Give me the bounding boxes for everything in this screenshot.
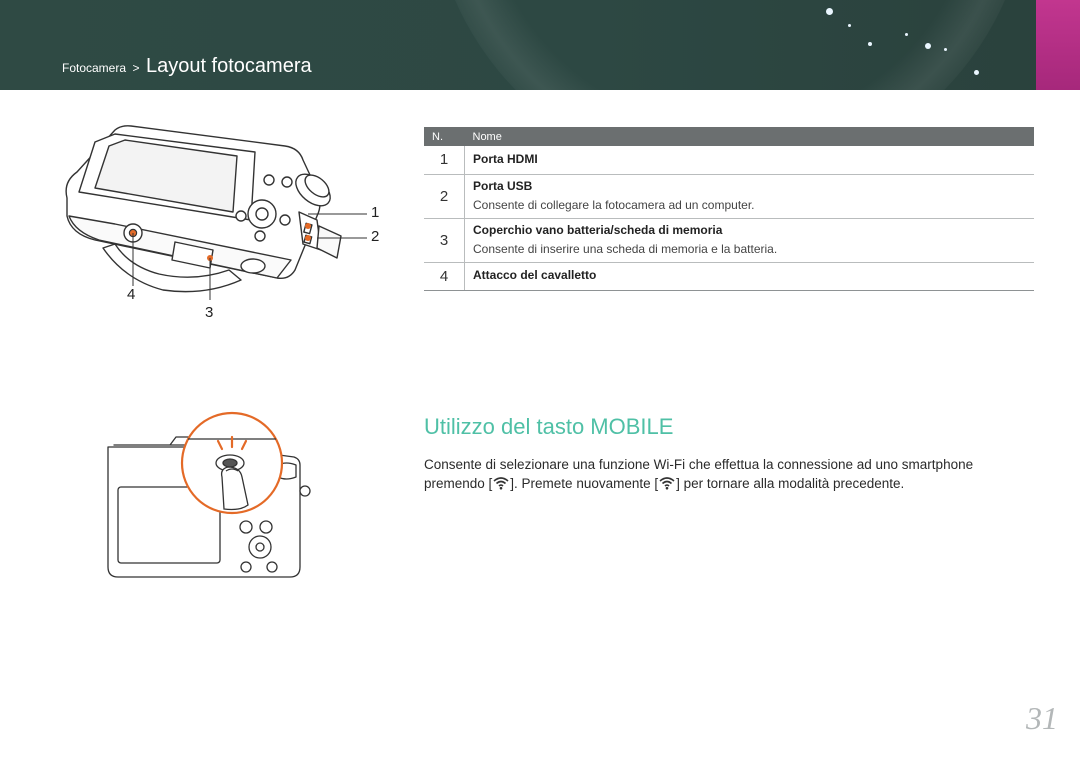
wifi-icon <box>659 477 675 490</box>
sparkle-icon <box>826 8 833 15</box>
row-number: 2 <box>424 174 465 219</box>
row-number: 3 <box>424 218 465 263</box>
sparkle-icon <box>868 42 872 46</box>
callout-1: 1 <box>371 204 380 221</box>
header-decoration <box>430 0 1030 90</box>
sparkle-icon <box>974 70 979 75</box>
column-header-number: N. <box>424 127 465 146</box>
mobile-button-illustration <box>107 411 311 578</box>
callout-2: 2 <box>371 228 380 245</box>
row-content: Porta HDMI <box>464 146 1034 175</box>
row-description: Consente di inserire una scheda di memor… <box>473 241 778 256</box>
header-accent-tab <box>1036 0 1080 90</box>
wifi-icon <box>493 477 509 490</box>
section-description: Consente di selezionare una funzione Wi-… <box>424 455 1024 493</box>
sparkle-icon <box>944 48 947 51</box>
sparkle-icon <box>848 24 851 27</box>
description-text: ]. Premete nuovamente [ <box>510 476 659 491</box>
table-header-row: N. Nome <box>424 127 1034 146</box>
row-description: Consente di collegare la fotocamera ad u… <box>473 197 755 212</box>
row-name: Porta USB <box>473 178 533 193</box>
camera-bottom-illustration <box>65 125 367 300</box>
row-name: Porta HDMI <box>473 151 538 166</box>
sparkle-icon <box>905 33 908 36</box>
breadcrumb: Fotocamera > Layout fotocamera <box>62 55 312 78</box>
page-number: 31 <box>1026 700 1058 736</box>
row-content: Attacco del cavalletto <box>464 262 1034 291</box>
table-row: 1 Porta HDMI <box>424 146 1034 175</box>
description-text: ] per tornare alla modalità precedente. <box>676 476 905 491</box>
row-name: Coperchio vano batteria/scheda di memori… <box>473 222 723 237</box>
callout-4: 4 <box>127 286 136 303</box>
page-header: Fotocamera > Layout fotocamera <box>0 0 1080 90</box>
sparkle-icon <box>925 43 931 49</box>
breadcrumb-separator: > <box>132 61 140 75</box>
row-number: 4 <box>424 262 465 291</box>
table-row: 3 Coperchio vano batteria/scheda di memo… <box>424 218 1034 263</box>
section-title: Utilizzo del tasto MOBILE <box>424 414 674 439</box>
breadcrumb-parent: Fotocamera <box>62 61 127 75</box>
column-header-name: Nome <box>464 127 1034 146</box>
callout-3: 3 <box>205 304 214 321</box>
row-content: Coperchio vano batteria/scheda di memori… <box>464 218 1034 263</box>
row-name: Attacco del cavalletto <box>473 268 597 282</box>
row-content: Porta USB Consente di collegare la fotoc… <box>464 174 1034 219</box>
parts-table: N. Nome 1 Porta HDMI 2 Porta USB Consent… <box>424 127 1034 291</box>
row-number: 1 <box>424 146 465 175</box>
page-title: Layout fotocamera <box>145 55 312 77</box>
table-row: 4 Attacco del cavalletto <box>424 262 1034 291</box>
table-row: 2 Porta USB Consente di collegare la fot… <box>424 174 1034 219</box>
